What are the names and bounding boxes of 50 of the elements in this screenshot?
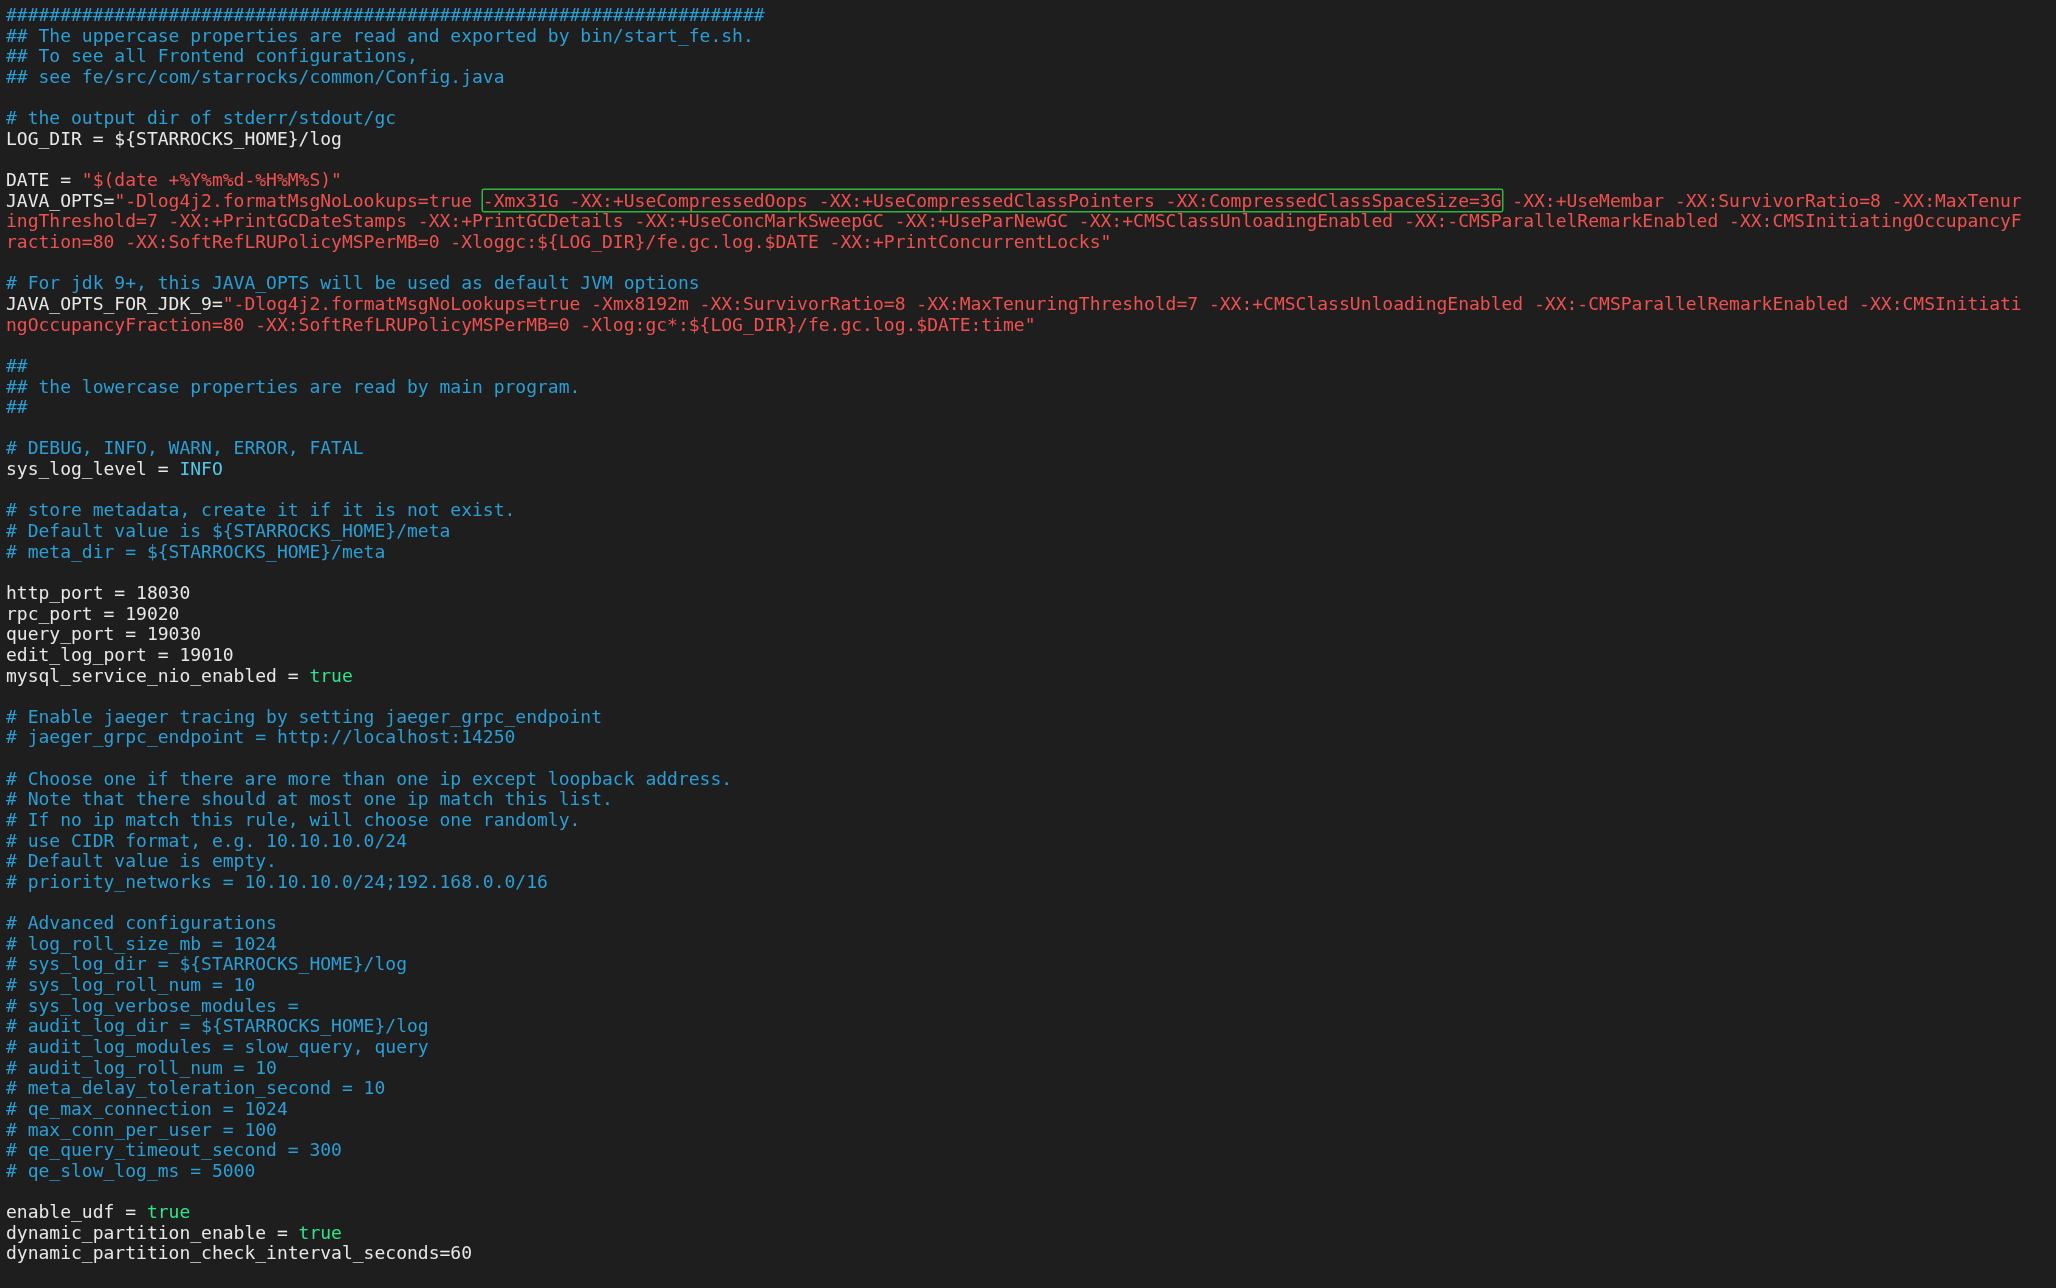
comment-line: # Choose one if there are more than one ip except loopback address. <box>6 768 733 790</box>
comment-line: # jaeger_grpc_endpoint = http://localhost:14250 <box>6 727 516 749</box>
comment-line: # Note that there should at most one ip match this list. <box>6 789 613 810</box>
code-line: rpc_port = 19020 <box>6 603 180 625</box>
comment-line: # audit_log_roll_num = 10 <box>6 1057 277 1079</box>
comment-line: # log_roll_size_mb = 1024 <box>6 933 277 955</box>
code-line: JAVA_OPTS_FOR_JDK_9="-Dlog4j2.formatMsgNoLookups=true -Xmx8192m -XX:SurvivorRatio=8 -XX:MaxTenuringThreshold=7 -XX:+CMSClassUnloadingEnabled -XX:-CMSParallelRemarkEnabled -XX:CMSInitiati <box>6 293 2022 315</box>
comment-line: # sys_log_verbose_modules = <box>6 995 299 1017</box>
comment-line: # Enable jaeger tracing by setting jaeger_grpc_endpoint <box>6 706 603 728</box>
comment-line: ## The uppercase properties are read and exported by bin/start_fe.sh. <box>6 25 754 47</box>
comment-line: # use CIDR format, e.g. 10.10.10.0/24 <box>6 830 407 852</box>
comment-line: # meta_dir = ${STARROCKS_HOME}/meta <box>6 541 386 563</box>
code-line: sys_log_level = INFO <box>6 459 223 480</box>
comment-line: # If no ip match this rule, will choose one randomly. <box>6 810 581 831</box>
code-line: LOG_DIR = ${STARROCKS_HOME}/log <box>6 128 342 150</box>
comment-line: # priority_networks = 10.10.10.0/24;192.168.0.0/16 <box>6 871 548 893</box>
comment-line: # store metadata, create it if it is not exist. <box>6 500 516 521</box>
comment-line: ###################################################################### <box>6 5 765 26</box>
comment-line: # Advanced configurations <box>6 913 277 934</box>
comment-line: # sys_log_roll_num = 10 <box>6 975 256 996</box>
comment-line: # DEBUG, INFO, WARN, ERROR, FATAL <box>6 438 364 460</box>
comment-line: ## To see all Frontend configurations, <box>6 46 418 67</box>
comment-line: # Default value is ${STARROCKS_HOME}/meta <box>6 521 451 542</box>
comment-line: # For jdk 9+, this JAVA_OPTS will be used as default JVM options <box>6 273 700 294</box>
comment-line: # qe_slow_log_ms = 5000 <box>6 1160 256 1182</box>
comment-line: # qe_max_connection = 1024 <box>6 1098 288 1120</box>
comment-line: # the output dir of stderr/stdout/gc <box>6 108 397 129</box>
comment-line: # audit_log_modules = slow_query, query <box>6 1037 429 1058</box>
comment-line: # max_conn_per_user = 100 <box>6 1119 277 1141</box>
comment-line: # sys_log_dir = ${STARROCKS_HOME}/log <box>6 954 407 976</box>
code-line: query_port = 19030 <box>6 624 202 645</box>
comment-line: # audit_log_dir = ${STARROCKS_HOME}/log <box>6 1016 429 1038</box>
comment-line: ## <box>6 355 28 377</box>
code-line: http_port = 18030 <box>6 582 191 604</box>
comment-line: ## the lowercase properties are read by main program. <box>6 376 581 398</box>
code-line: mysql_service_nio_enabled = true <box>6 665 353 687</box>
code-line: DATE = "$(date +%Y%m%d-%H%M%S)" <box>6 170 342 191</box>
comment-line: # meta_delay_toleration_second = 10 <box>6 1078 386 1099</box>
code-line: ngOccupancyFraction=80 -XX:SoftRefLRUPolicyMSPerMB=0 -Xlog:gc*:${LOG_DIR}/fe.gc.log.$DATE:time" <box>6 314 1036 336</box>
code-line: edit_log_port = 19010 <box>6 644 234 666</box>
code-line: dynamic_partition_enable = true <box>6 1222 342 1244</box>
comment-line: # Default value is empty. <box>6 851 277 872</box>
code-line: raction=80 -XX:SoftRefLRUPolicyMSPerMB=0 -Xloggc:${LOG_DIR}/fe.gc.log.$DATE -XX:+PrintConcurrentLocks" <box>6 232 1112 253</box>
code-line: enable_udf = true <box>6 1202 191 1223</box>
comment-line: # qe_query_timeout_second = 300 <box>6 1140 342 1161</box>
code-line: JAVA_OPTS="-Dlog4j2.formatMsgNoLookups=true -Xmx31G -XX:+UseCompressedOops -XX:+UseCompressedClassPointers -XX:CompressedClassSpaceSize=3G -XX:+UseMembar -XX:SurvivorRatio=8 -XX:MaxTenur <box>6 190 2022 212</box>
comment-line: ## see fe/src/com/starrocks/common/Config.java <box>6 66 505 88</box>
code-line: dynamic_partition_check_interval_seconds=60 <box>6 1243 472 1265</box>
comment-line: ## <box>6 397 28 418</box>
code-line: ingThreshold=7 -XX:+PrintGCDateStamps -XX:+PrintGCDetails -XX:+UseConcMarkSweepGC -XX:+UseParNewGC -XX:+CMSClassUnloadingEnabled -XX:-CMSParallelRemarkEnabled -XX:CMSInitiatingOccupancyF <box>6 211 2022 233</box>
